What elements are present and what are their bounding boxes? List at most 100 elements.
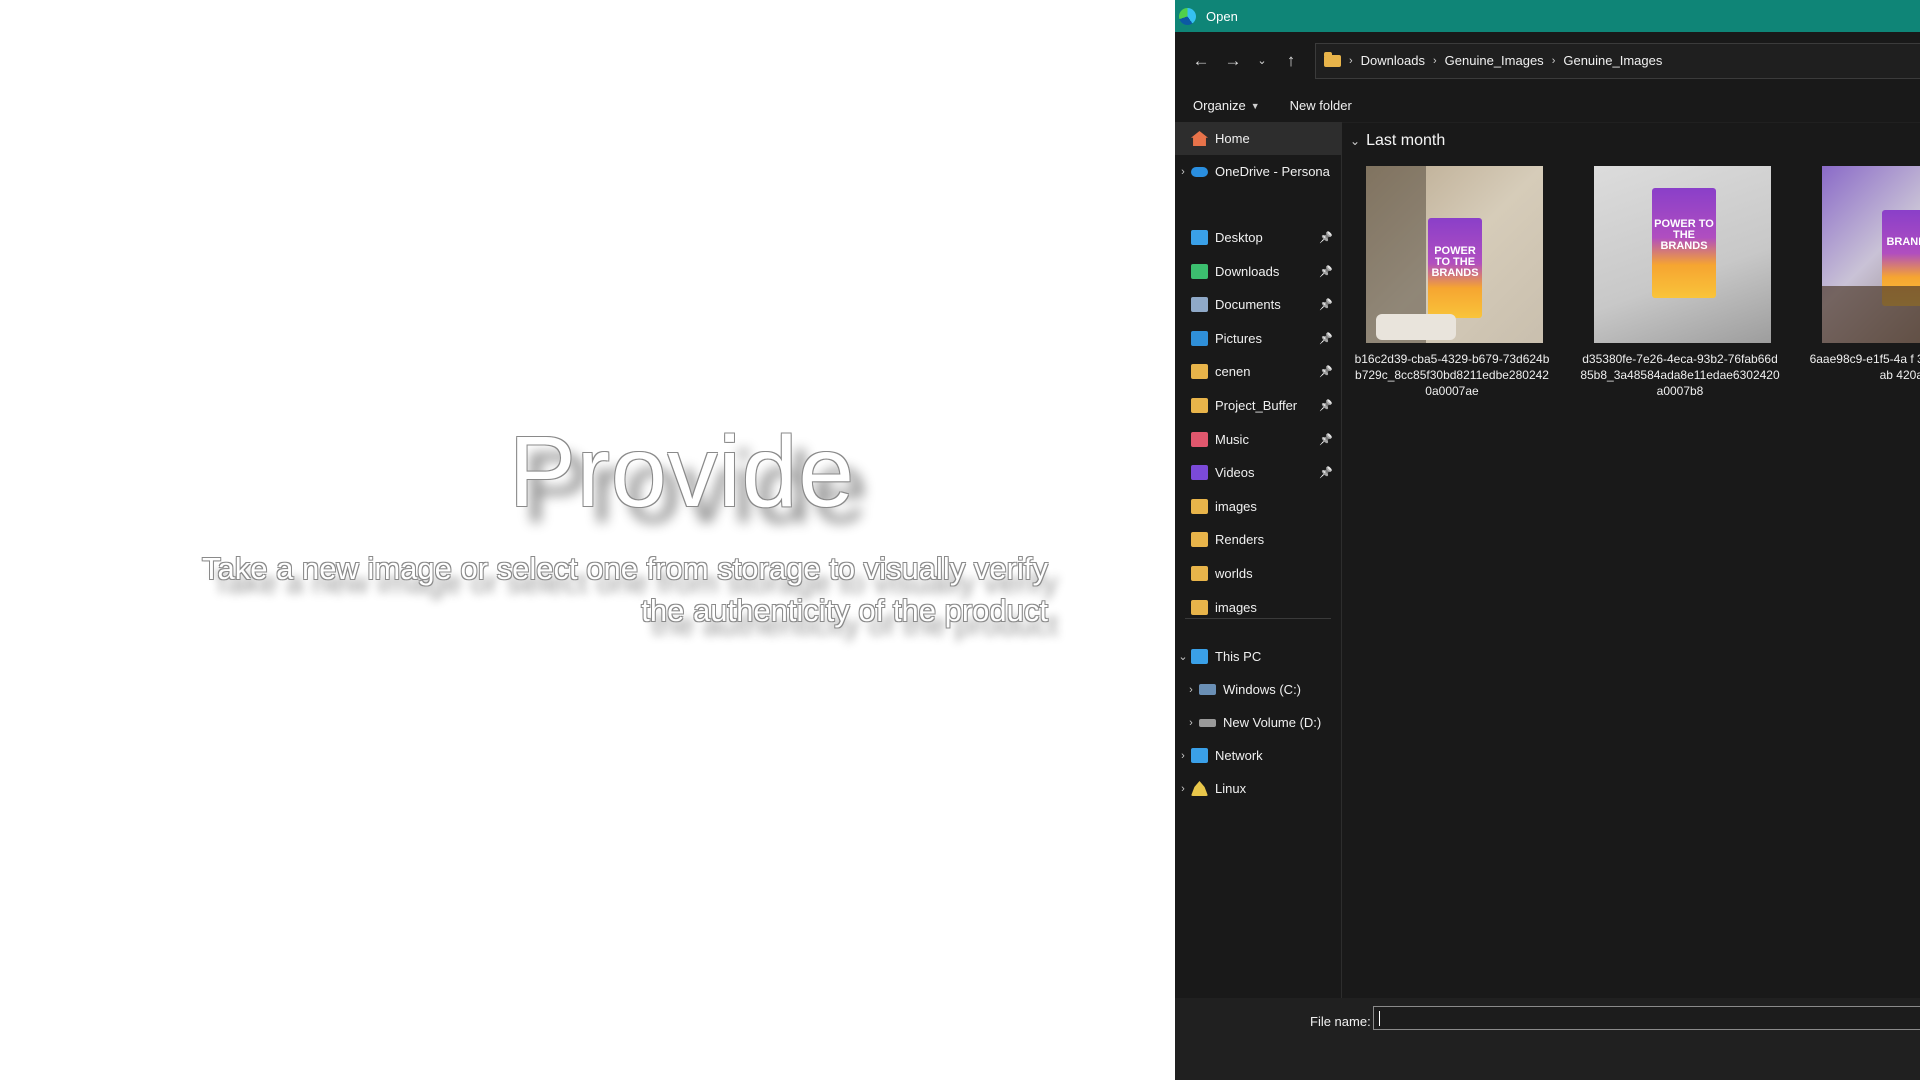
command-bar: Organize ▼ New folder (1175, 89, 1920, 123)
sidebar-item-home[interactable]: Home (1175, 122, 1341, 155)
navigation-bar: ← → ⌄ ↑ › Downloads › Genuine_Images › G… (1175, 32, 1920, 89)
file-name: b16c2d39-cba5-4329-b679-73d624bb729c_8cc… (1354, 352, 1550, 398)
new-folder-button[interactable]: New folder (1290, 98, 1352, 113)
drive-icon (1199, 718, 1216, 727)
sidebar-item-videos[interactable]: Videos 📌 (1175, 456, 1341, 489)
sidebar-item-desktop[interactable]: Desktop 📌 (1175, 221, 1341, 254)
folder-icon (1191, 566, 1208, 581)
address-bar[interactable]: › Downloads › Genuine_Images › Genuine_I… (1315, 42, 1920, 79)
sidebar-item-label: Linux (1215, 781, 1247, 796)
sidebar-divider (1185, 618, 1331, 619)
sidebar-item-worlds[interactable]: worlds (1175, 557, 1341, 590)
sidebar-item-label: cenen (1215, 364, 1251, 380)
file-list: ⌄ Last month POWER TO THE BRANDS b16c2d3… (1342, 122, 1920, 998)
sidebar-item-documents[interactable]: Documents 📌 (1175, 288, 1341, 321)
chevron-right-icon[interactable]: › (1433, 55, 1437, 67)
sidebar-item-network[interactable]: › Network (1175, 739, 1341, 772)
group-header-last-month[interactable]: ⌄ Last month (1350, 132, 1445, 150)
chevron-right-icon[interactable]: › (1175, 783, 1191, 795)
organize-button[interactable]: Organize ▼ (1193, 98, 1260, 113)
sidebar-item-renders[interactable]: Renders (1175, 523, 1341, 556)
sidebar-item-label: Network (1215, 748, 1263, 763)
file-name-input[interactable] (1373, 1006, 1920, 1030)
chevron-down-icon[interactable]: ⌄ (1175, 650, 1191, 663)
sidebar-item-images[interactable]: images (1175, 490, 1341, 523)
recent-locations-chevron-icon[interactable]: ⌄ (1249, 45, 1275, 77)
sidebar-item-label: Music (1215, 431, 1249, 447)
pin-icon[interactable]: 📌 (1319, 332, 1333, 345)
up-arrow-icon[interactable]: ↑ (1275, 45, 1307, 77)
chevron-right-icon[interactable]: › (1183, 684, 1199, 696)
videos-icon (1191, 465, 1208, 481)
pin-icon[interactable]: 📌 (1319, 466, 1333, 479)
music-icon (1191, 431, 1208, 447)
dialog-footer: File name: (1175, 998, 1920, 1080)
image-thumbnail: POWER TO THE BRANDS (1594, 166, 1771, 343)
sidebar-item-project-buffer[interactable]: Project_Buffer 📌 (1175, 389, 1341, 422)
image-thumbnail: POWER TO THE BRANDS (1366, 166, 1543, 343)
sidebar-item-cenen[interactable]: cenen 📌 (1175, 355, 1341, 388)
sidebar-item-label: Renders (1215, 532, 1265, 548)
folder-icon (1191, 364, 1208, 380)
folder-icon (1191, 398, 1208, 413)
pin-icon[interactable]: 📌 (1319, 265, 1333, 278)
file-item[interactable]: BRANDS 6aae98c9-e1f5-4a f 36f7e8_608ac8d… (1808, 166, 1920, 383)
sidebar-item-label: This PC (1215, 649, 1262, 664)
sidebar-item-label: Home (1215, 131, 1250, 146)
sidebar-item-pictures[interactable]: Pictures 📌 (1175, 322, 1341, 355)
breadcrumb-genuine-images-current[interactable]: Genuine_Images (1563, 53, 1662, 68)
folder-icon (1191, 498, 1208, 514)
sidebar-item-this-pc[interactable]: ⌄ This PC (1175, 640, 1341, 673)
file-item[interactable]: POWER TO THE BRANDS b16c2d39-cba5-4329-b… (1352, 166, 1549, 399)
drive-icon (1199, 684, 1216, 695)
dialog-titlebar: Open (1175, 0, 1920, 32)
pin-icon[interactable]: 📌 (1319, 433, 1333, 446)
pin-icon[interactable]: 📌 (1319, 298, 1333, 311)
sidebar-item-downloads[interactable]: Downloads 📌 (1175, 255, 1341, 288)
chevron-down-icon[interactable]: ⌄ (1350, 134, 1360, 148)
sidebar-item-label: images (1215, 498, 1257, 514)
computer-icon (1191, 649, 1208, 664)
pin-icon[interactable]: 📌 (1319, 231, 1333, 244)
folder-icon (1191, 599, 1208, 615)
folder-icon (1324, 51, 1341, 67)
product-box: POWER TO THE BRANDS (1428, 218, 1482, 318)
chevron-right-icon[interactable]: › (1183, 717, 1199, 729)
pin-icon[interactable]: 📌 (1319, 365, 1333, 378)
file-name-label: File name: (1310, 1014, 1371, 1029)
sidebar-item-label: Videos (1215, 465, 1255, 481)
pictures-icon (1191, 330, 1208, 346)
chevron-right-icon[interactable]: › (1175, 166, 1191, 178)
sidebar-item-label: Downloads (1215, 263, 1280, 279)
breadcrumb-downloads[interactable]: Downloads (1361, 53, 1425, 68)
sidebar-item-label: Windows (C:) (1223, 682, 1302, 697)
image-thumbnail: BRANDS (1822, 166, 1920, 343)
sidebar-item-label: worlds (1215, 566, 1253, 581)
sidebar-item-label: images (1215, 599, 1257, 615)
sidebar-item-label: Desktop (1215, 230, 1263, 245)
file-item[interactable]: POWER TO THE BRANDS d35380fe-7e26-4eca-9… (1580, 166, 1780, 399)
sidebar-item-label: New Volume (D:) (1223, 715, 1322, 730)
linux-penguin-icon (1191, 781, 1208, 796)
chevron-right-icon[interactable]: › (1552, 55, 1556, 67)
caret-down-icon: ▼ (1250, 100, 1260, 111)
file-name: 6aae98c9-e1f5-4a f 36f7e8_608ac8dab 420a… (1809, 352, 1920, 382)
sidebar-item-label: Project_Buffer (1215, 398, 1298, 413)
sidebar-item-music[interactable]: Music 📌 (1175, 423, 1341, 456)
sidebar-item-onedrive[interactable]: › OneDrive - Persona (1175, 155, 1341, 188)
back-arrow-icon[interactable]: ← (1185, 45, 1217, 77)
home-icon (1191, 131, 1208, 146)
sidebar-item-label: Pictures (1215, 330, 1262, 346)
page-subtitle: Take a new image or select one from stor… (202, 551, 1048, 628)
sidebar-item-new-volume-d[interactable]: › New Volume (D:) (1175, 706, 1341, 739)
chevron-right-icon[interactable]: › (1175, 750, 1191, 762)
sidebar-item-windows-c[interactable]: › Windows (C:) (1175, 673, 1341, 706)
breadcrumb-genuine-images[interactable]: Genuine_Images (1445, 53, 1544, 68)
dialog-title: Open (1206, 8, 1238, 24)
forward-arrow-icon[interactable]: → (1217, 45, 1249, 77)
desktop-icon (1191, 230, 1208, 245)
sidebar-item-linux[interactable]: › Linux (1175, 772, 1341, 805)
chevron-right-icon[interactable]: › (1349, 55, 1353, 67)
pin-icon[interactable]: 📌 (1319, 399, 1333, 412)
product-box: POWER TO THE BRANDS (1652, 188, 1716, 298)
